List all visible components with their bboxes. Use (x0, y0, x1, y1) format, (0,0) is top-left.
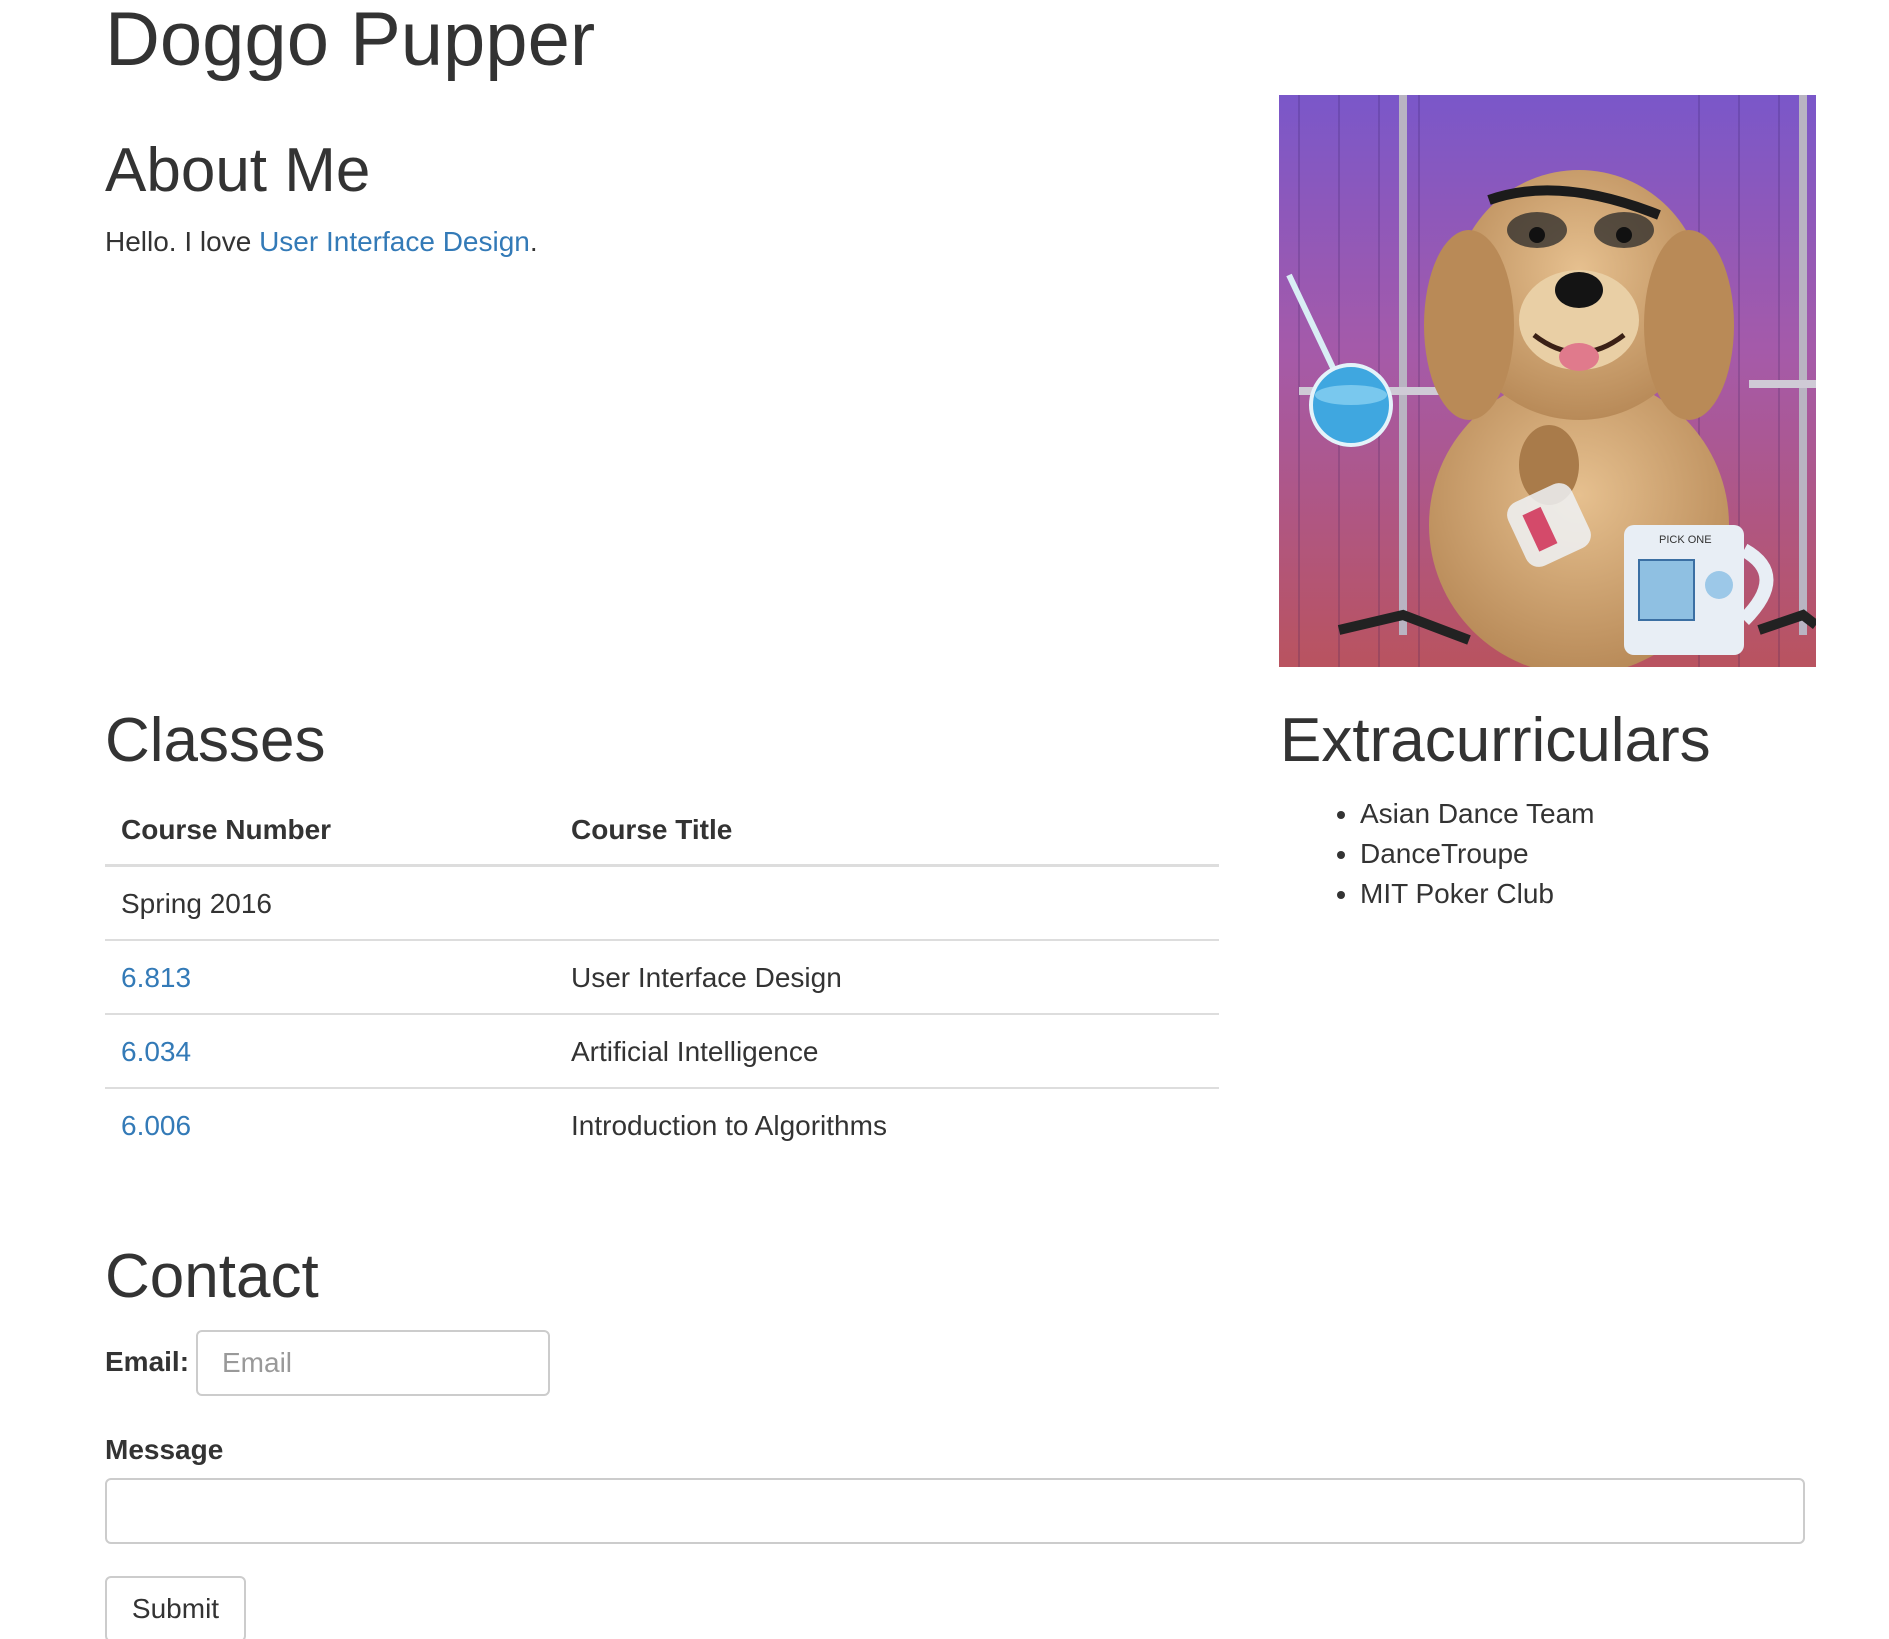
table-header-row: Course Number Course Title (105, 800, 1219, 867)
classes-table: Course Number Course Title Spring 2016 6… (105, 800, 1219, 1161)
contact-heading: Contact (105, 1242, 319, 1311)
column-header-course-title: Course Title (555, 800, 1219, 867)
uid-link[interactable]: User Interface Design (259, 226, 530, 257)
classes-heading: Classes (105, 706, 326, 775)
course-title-cell: Artificial Intelligence (555, 1014, 1219, 1089)
course-number-cell: 6.006 (105, 1088, 555, 1161)
about-text-before: Hello. I love (105, 226, 260, 257)
message-field[interactable] (105, 1478, 1805, 1544)
about-heading: About Me (105, 136, 371, 205)
message-label: Message (105, 1434, 224, 1465)
email-label: Email: (105, 1346, 190, 1377)
course-number-cell: 6.813 (105, 940, 555, 1015)
course-number-link[interactable]: 6.813 (121, 962, 191, 993)
page: Doggo Pupper About Me Hello. I love User… (0, 0, 1889, 1639)
course-title-cell: User Interface Design (555, 940, 1219, 1015)
extracurriculars-list: Asian Dance Team DanceTroupe MIT Poker C… (1312, 794, 1595, 914)
course-number-link[interactable]: 6.034 (121, 1036, 191, 1067)
submit-button[interactable]: Submit (105, 1576, 246, 1639)
course-title-cell: Introduction to Algorithms (571, 1110, 887, 1141)
about-text: Hello. I love User Interface Design. (105, 222, 538, 262)
extracurriculars-heading: Extracurriculars (1280, 706, 1711, 775)
table-row: 6.034 Artificial Intelligence (105, 1014, 1219, 1089)
column-header-course-number: Course Number (105, 800, 555, 867)
dog-scientist-photo: PICK ONE (1279, 95, 1816, 667)
table-row-term: Spring 2016 (105, 865, 1219, 941)
about-text-after: . (529, 226, 538, 257)
email-field[interactable] (196, 1330, 550, 1396)
term-label: Spring 2016 (105, 865, 555, 941)
list-item: Asian Dance Team (1360, 794, 1595, 834)
empty-cell (555, 865, 1219, 941)
svg-text:PICK ONE: PICK ONE (1659, 534, 1712, 546)
table-row: 6.006 Introduction to Algorithms (105, 1088, 1219, 1161)
list-item: DanceTroupe (1360, 834, 1595, 874)
table-row: 6.813 User Interface Design (105, 940, 1219, 1015)
course-number-link[interactable]: 6.006 (121, 1110, 191, 1141)
page-title: Doggo Pupper (105, 0, 596, 82)
course-number-cell: 6.034 (105, 1014, 555, 1089)
list-item: MIT Poker Club (1360, 874, 1595, 914)
